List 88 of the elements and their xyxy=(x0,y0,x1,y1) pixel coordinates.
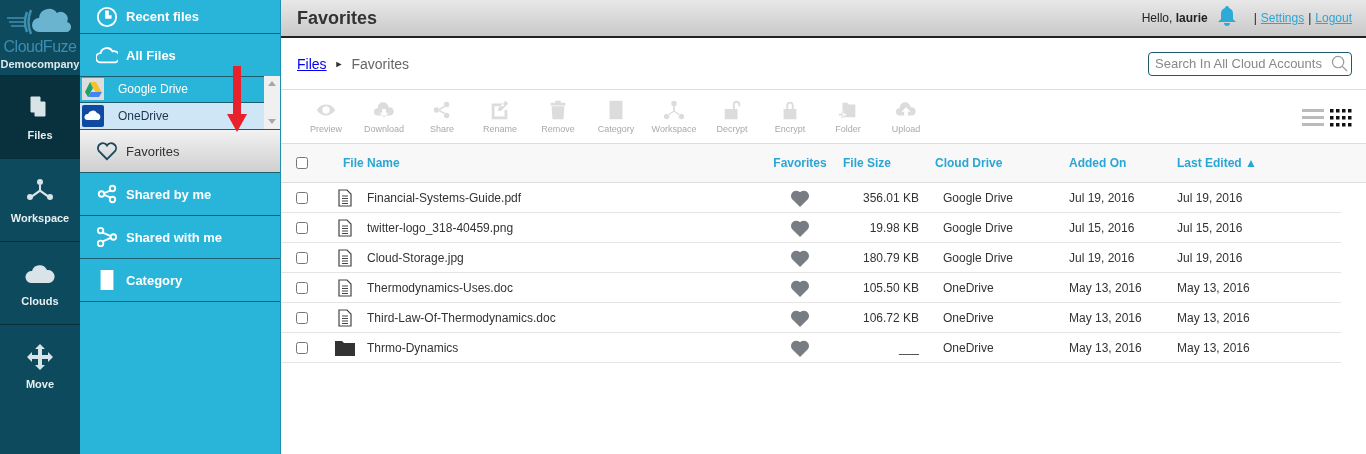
move-arrows-icon xyxy=(25,342,55,372)
heart-icon[interactable] xyxy=(790,338,810,357)
heart-icon[interactable] xyxy=(790,248,810,267)
row-checkbox[interactable] xyxy=(296,281,308,294)
sidebar-item[interactable]: Shared with me xyxy=(80,216,280,259)
table-cell-text: ___ xyxy=(897,340,919,355)
page-title: Favorites xyxy=(297,7,378,29)
table-cell-text: May 13, 2016 xyxy=(1177,310,1251,325)
document-icon xyxy=(338,248,352,267)
file-name[interactable]: twitter-logo_318-40459.png xyxy=(367,220,767,235)
row-checkbox[interactable] xyxy=(296,221,308,234)
cloud-icon xyxy=(96,44,118,66)
table-cell-text: 19.98 KB xyxy=(868,220,919,235)
select-all-checkbox[interactable] xyxy=(296,157,308,169)
table-cell-text: 105.50 KB xyxy=(861,280,919,295)
table-cell-text: May 13, 2016 xyxy=(1177,340,1251,355)
document-icon xyxy=(338,188,352,207)
sidebar-item[interactable]: Shared by me xyxy=(80,173,280,216)
column-header[interactable]: Last Edited ▲ xyxy=(1177,156,1307,170)
table-cell-text: OneDrive xyxy=(942,310,995,325)
table-cell-text: 356.01 KB xyxy=(861,190,919,205)
search-field[interactable]: Search In All Cloud Accounts xyxy=(1148,51,1352,76)
column-header[interactable]: File Size xyxy=(833,156,919,170)
document-icon xyxy=(338,308,352,327)
cloud-logo-icon xyxy=(82,105,104,127)
search-icon[interactable] xyxy=(1331,54,1348,72)
table-cell-text: May 13, 2016 xyxy=(1069,280,1143,295)
logout-link[interactable]: Logout xyxy=(1315,11,1352,25)
drive-item[interactable]: Google Drive xyxy=(80,76,264,102)
table-cell-text: Google Drive xyxy=(942,250,1015,265)
scrollbar[interactable] xyxy=(264,76,280,129)
edit-icon xyxy=(489,99,511,121)
document-icon xyxy=(338,278,352,297)
heart-icon[interactable] xyxy=(790,188,810,207)
heart-icon[interactable] xyxy=(790,308,810,327)
people-network-icon xyxy=(663,99,685,121)
file-name[interactable]: Financial-Systems-Guide.pdf xyxy=(367,190,767,205)
heart-icon[interactable] xyxy=(790,278,810,297)
column-header[interactable]: Cloud Drive xyxy=(919,156,1069,170)
triangle-logo-icon xyxy=(82,78,104,100)
sidebar-item[interactable]: Recent files xyxy=(80,0,280,34)
table-cell-text: OneDrive xyxy=(942,280,995,295)
row-checkbox[interactable] xyxy=(296,251,308,264)
company-name: Democompany xyxy=(0,58,80,70)
file-name[interactable]: Thermodynamics-Uses.doc xyxy=(367,280,767,295)
table-cell-text: Jul 19, 2016 xyxy=(1177,250,1244,265)
table-cell-text: Google Drive xyxy=(942,190,1015,205)
row-checkbox[interactable] xyxy=(296,311,308,324)
table-cell-text: Jul 19, 2016 xyxy=(1069,190,1136,205)
brand-name: CloudFuze xyxy=(3,38,77,56)
sidebar-item[interactable]: Favorites xyxy=(80,130,280,173)
heart-icon[interactable] xyxy=(790,218,810,237)
table-cell-text: Jul 19, 2016 xyxy=(1069,250,1136,265)
rail-nav-item[interactable]: Files xyxy=(0,75,80,158)
breadcrumb-link[interactable]: Files xyxy=(297,55,327,72)
column-header[interactable]: File Name xyxy=(343,156,767,170)
table-cell-text: OneDrive xyxy=(942,340,995,355)
separator: | xyxy=(1253,11,1257,25)
file-name[interactable]: Thrmo-Dynamics xyxy=(367,340,767,355)
sidebar-item[interactable]: Category xyxy=(80,259,280,302)
table-cell-text: Google Drive xyxy=(942,220,1015,235)
file-name[interactable]: Cloud-Storage.jpg xyxy=(367,250,767,265)
table-cell-text: Jul 19, 2016 xyxy=(1177,190,1244,205)
heart-icon xyxy=(96,140,118,162)
column-header[interactable]: Favorites xyxy=(767,156,833,170)
drive-item[interactable]: OneDrive xyxy=(80,102,264,129)
breadcrumb-current: Favorites xyxy=(351,55,410,72)
folder-icon xyxy=(335,339,355,356)
clock-icon xyxy=(96,5,118,28)
breadcrumb-separator: ► xyxy=(334,58,344,69)
table-cell-text: May 13, 2016 xyxy=(1177,280,1251,295)
table-cell-text: May 13, 2016 xyxy=(1069,310,1143,325)
separator: | xyxy=(1308,11,1312,25)
share-icon xyxy=(96,226,118,248)
table-cell-text: Jul 15, 2016 xyxy=(1069,220,1136,235)
document-icon xyxy=(338,218,352,237)
row-checkbox[interactable] xyxy=(296,191,308,204)
column-header[interactable]: Added On xyxy=(1069,156,1177,170)
table-cell-text: Jul 15, 2016 xyxy=(1177,220,1244,235)
greeting: Hello, laurie xyxy=(1141,11,1208,25)
share-icon xyxy=(96,183,118,205)
file-name[interactable]: Third-Law-Of-Thermodynamics.doc xyxy=(367,310,767,325)
arrow-annotation xyxy=(227,66,247,132)
row-checkbox[interactable] xyxy=(296,341,308,354)
settings-link[interactable]: Settings xyxy=(1260,11,1305,25)
table-cell-text: May 13, 2016 xyxy=(1069,340,1143,355)
table-cell-text: 106.72 KB xyxy=(861,310,919,325)
table-cell-text: 180.79 KB xyxy=(861,250,919,265)
